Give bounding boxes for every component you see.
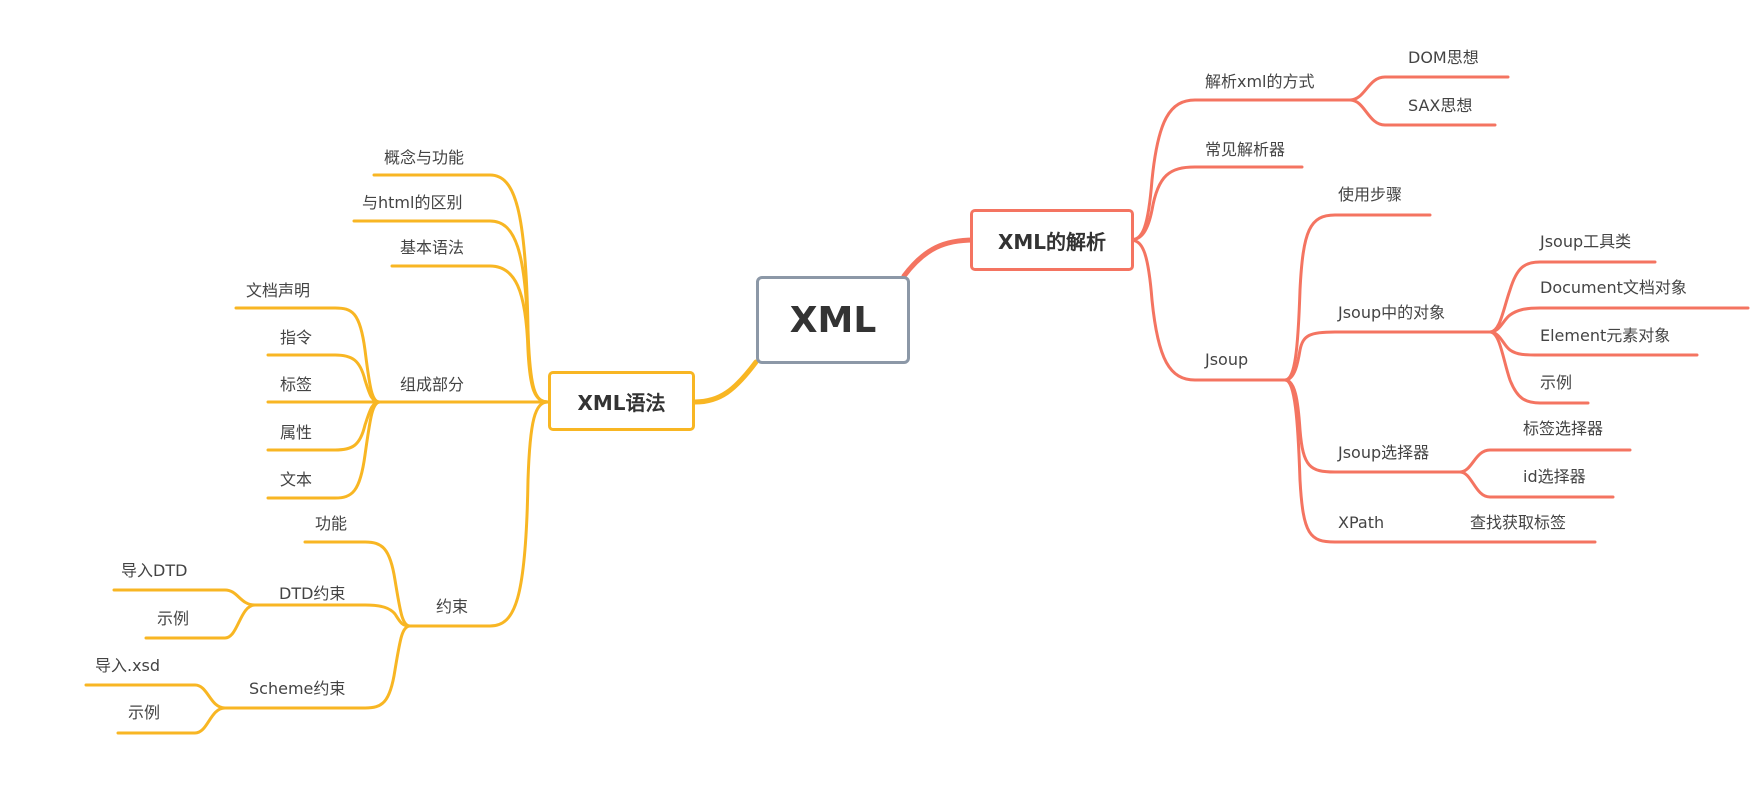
topic-xml-parsing[interactable]: XML的解析	[970, 209, 1134, 271]
link-usage-steps	[1283, 213, 1432, 382]
label-dom[interactable]: DOM思想	[1408, 48, 1479, 68]
label-import-dtd[interactable]: 导入DTD	[121, 561, 187, 581]
label-components[interactable]: 组成部分	[400, 375, 464, 395]
label-scheme-constraint[interactable]: Scheme约束	[249, 679, 345, 699]
label-element-object[interactable]: Element元素对象	[1540, 326, 1670, 346]
link-common-parsers	[1128, 165, 1304, 242]
link-constraints	[408, 400, 550, 628]
label-attribute[interactable]: 属性	[280, 423, 312, 443]
label-find-tags[interactable]: 查找获取标签	[1470, 513, 1566, 533]
label-xpath[interactable]: XPath	[1338, 513, 1384, 533]
label-tag-selector[interactable]: 标签选择器	[1523, 419, 1603, 439]
label-jsoup-objects[interactable]: Jsoup中的对象	[1338, 303, 1445, 323]
label-id-selector[interactable]: id选择器	[1523, 467, 1586, 487]
label-scheme-example[interactable]: 示例	[128, 703, 160, 723]
link-jsoup-objects	[1283, 330, 1492, 382]
label-jsoup[interactable]: Jsoup	[1205, 350, 1248, 370]
mind-map: XML XML语法 XML的解析 概念与功能 与html的区别 基本语法 组成部…	[0, 0, 1750, 800]
label-common-parsers[interactable]: 常见解析器	[1205, 140, 1285, 160]
link-dtd	[253, 603, 412, 628]
label-usage-steps[interactable]: 使用步骤	[1338, 185, 1402, 205]
link-root-left	[692, 359, 759, 405]
label-tag[interactable]: 标签	[280, 375, 312, 395]
label-import-xsd[interactable]: 导入.xsd	[95, 656, 160, 676]
label-text[interactable]: 文本	[280, 470, 312, 490]
label-parse-methods[interactable]: 解析xml的方式	[1205, 72, 1315, 92]
label-doc-decl[interactable]: 文档声明	[246, 281, 310, 301]
link-import-dtd	[112, 588, 257, 607]
label-dtd-example[interactable]: 示例	[157, 609, 189, 629]
label-html-diff[interactable]: 与html的区别	[362, 193, 462, 213]
label-jsoup-class[interactable]: Jsoup工具类	[1540, 232, 1631, 252]
link-root-right	[901, 237, 977, 279]
label-objects-example[interactable]: 示例	[1540, 373, 1572, 393]
label-function[interactable]: 功能	[315, 514, 347, 534]
label-directive[interactable]: 指令	[280, 328, 312, 348]
topic-xml-syntax[interactable]: XML语法	[548, 371, 695, 431]
label-dtd-constraint[interactable]: DTD约束	[279, 584, 345, 604]
label-jsoup-selectors[interactable]: Jsoup选择器	[1338, 443, 1429, 463]
label-constraints[interactable]: 约束	[436, 597, 468, 617]
label-basic-syntax[interactable]: 基本语法	[400, 238, 464, 258]
label-sax[interactable]: SAX思想	[1408, 96, 1472, 116]
label-concept[interactable]: 概念与功能	[384, 148, 464, 168]
root-topic[interactable]: XML	[756, 276, 910, 364]
label-document-object[interactable]: Document文档对象	[1540, 278, 1687, 298]
